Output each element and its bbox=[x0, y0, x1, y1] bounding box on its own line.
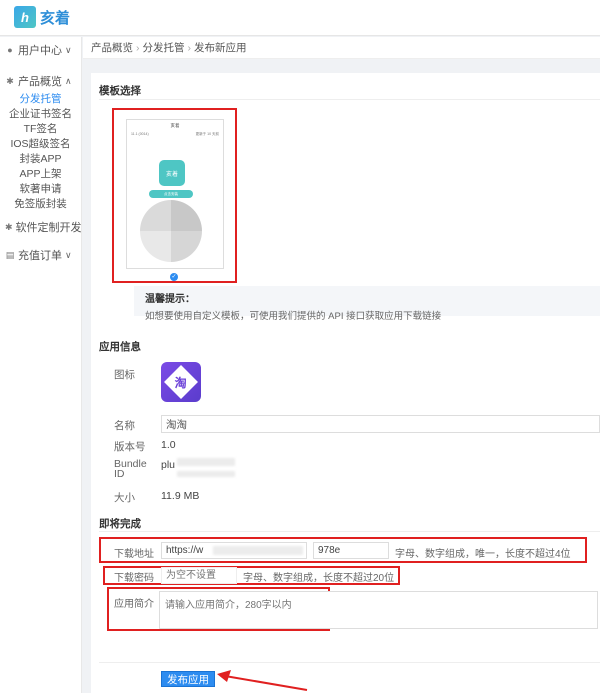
divider bbox=[99, 99, 600, 100]
name-label: 名称 bbox=[114, 420, 135, 432]
user-icon: ● bbox=[7, 45, 13, 55]
breadcrumb: 产品概览 › 分发托管 › 发布新应用 bbox=[83, 37, 600, 59]
menu-recharge-orders[interactable]: ▤ 充值订单 ∨ bbox=[0, 244, 81, 266]
gear-icon: ✱ bbox=[6, 75, 14, 86]
menu-product-overview[interactable]: ✱ 产品概览 ∧ bbox=[0, 70, 81, 92]
size-value: 11.9 MB bbox=[161, 490, 200, 502]
divider bbox=[99, 531, 600, 532]
redacted-area bbox=[177, 458, 235, 466]
bundle-id-value: plu bbox=[161, 459, 176, 471]
sidebar-item-copyright[interactable]: 软著申请 bbox=[0, 182, 81, 197]
app-intro-textarea[interactable] bbox=[159, 591, 598, 629]
download-url-label: 下载地址 bbox=[114, 549, 154, 560]
sidebar-item-nosign-wrap[interactable]: 免签版封装 bbox=[0, 197, 81, 212]
download-url-hint: 字母、数字组成，唯一，长度不超过4位 bbox=[395, 549, 571, 560]
divider bbox=[99, 662, 600, 663]
app-icon: 淘 bbox=[161, 362, 201, 402]
tip-text: 如想要使用自定义模板，可使用我们提供的 API 接口获取应用下载链接 bbox=[145, 311, 442, 322]
sidebar-item-distribution[interactable]: 分发托管 bbox=[0, 92, 81, 107]
menu-user-center[interactable]: ● 用户中心 ∨ bbox=[0, 39, 81, 61]
sidebar: ● 用户中心 ∨ ✱ 产品概览 ∧ 分发托管 企业证书签名 TF签名 IOS超级… bbox=[0, 37, 82, 693]
preview-pie-graphic bbox=[140, 200, 202, 262]
sidebar-item-ios-super-sign[interactable]: IOS超级签名 bbox=[0, 137, 81, 152]
main-content: 产品概览 › 分发托管 › 发布新应用 模板选择 亥着 11.1 (0014) 更新于 … bbox=[83, 37, 600, 693]
form-card: 模板选择 亥着 11.1 (0014) 更新于 10 天前 亥着 点击安装 ✓ … bbox=[91, 73, 600, 693]
version-label: 版本号 bbox=[114, 441, 146, 453]
preview-title: 亥着 bbox=[170, 123, 180, 128]
preview-meta: 11.1 (0014) 更新于 10 天前 bbox=[131, 132, 219, 136]
top-bar: h 亥着 bbox=[0, 0, 600, 36]
tip-box: 温馨提示： 如想要使用自定义模板，可使用我们提供的 API 接口获取应用下载链接 bbox=[134, 286, 600, 322]
download-url-suffix-input[interactable] bbox=[313, 542, 389, 559]
section-title-app-info: 应用信息 bbox=[99, 341, 141, 353]
breadcrumb-current: 发布新应用 bbox=[194, 42, 247, 54]
section-title-finish: 即将完成 bbox=[99, 518, 141, 530]
annotation-arrow-icon bbox=[217, 670, 308, 691]
menu-label: 用户中心 bbox=[18, 45, 62, 57]
sidebar-item-tf-sign[interactable]: TF签名 bbox=[0, 122, 81, 137]
check-icon[interactable]: ✓ bbox=[170, 273, 178, 281]
app-name-input[interactable] bbox=[161, 415, 600, 433]
download-password-hint: 字母、数字组成，长度不超过20位 bbox=[243, 573, 395, 584]
download-password-label: 下载密码 bbox=[114, 573, 154, 584]
logo[interactable]: h 亥着 bbox=[14, 6, 70, 28]
sidebar-item-app-listing[interactable]: APP上架 bbox=[0, 167, 81, 182]
chevron-down-icon: ∨ bbox=[65, 44, 72, 55]
breadcrumb-item[interactable]: 分发托管 bbox=[143, 42, 185, 54]
download-password-input[interactable] bbox=[161, 567, 237, 584]
sidebar-item-enterprise-sign[interactable]: 企业证书签名 bbox=[0, 107, 81, 122]
publish-app-button[interactable]: 发布应用 bbox=[161, 671, 215, 687]
chevron-up-icon: ∧ bbox=[65, 75, 72, 86]
sidebar-item-wrap-app[interactable]: 封装APP bbox=[0, 152, 81, 167]
version-value: 1.0 bbox=[161, 439, 176, 451]
menu-software-custom[interactable]: ✱ 软件定制开发 bbox=[0, 216, 81, 238]
redacted-area bbox=[213, 546, 303, 555]
diamond-icon: 淘 bbox=[164, 365, 198, 399]
breadcrumb-separator: › bbox=[136, 42, 140, 54]
breadcrumb-item[interactable]: 产品概览 bbox=[91, 42, 133, 54]
logo-icon: h bbox=[14, 6, 36, 28]
size-label: 大小 bbox=[114, 492, 135, 504]
section-title-template: 模板选择 bbox=[99, 85, 141, 97]
template-option[interactable]: 亥着 11.1 (0014) 更新于 10 天前 亥着 点击安装 ✓ bbox=[112, 108, 237, 283]
preview-install-button: 点击安装 bbox=[149, 190, 193, 198]
tip-title: 温馨提示： bbox=[145, 294, 195, 305]
breadcrumb-separator: › bbox=[187, 42, 192, 54]
menu-label: 产品概览 bbox=[18, 76, 62, 88]
menu-label: 软件定制开发 bbox=[15, 222, 82, 234]
logo-text: 亥着 bbox=[40, 8, 71, 27]
bundle-id-label: Bundle ID bbox=[114, 458, 147, 480]
preview-app-icon: 亥着 bbox=[159, 160, 185, 186]
template-preview: 亥着 11.1 (0014) 更新于 10 天前 亥着 点击安装 bbox=[126, 119, 224, 269]
icon-label: 图标 bbox=[114, 369, 135, 381]
menu-label: 充值订单 bbox=[18, 250, 62, 262]
gear-icon: ✱ bbox=[5, 221, 13, 232]
app-intro-label: 应用简介 bbox=[114, 599, 154, 610]
chevron-down-icon: ∨ bbox=[65, 249, 72, 260]
order-icon: ▤ bbox=[5, 249, 15, 260]
redacted-area bbox=[177, 471, 235, 477]
